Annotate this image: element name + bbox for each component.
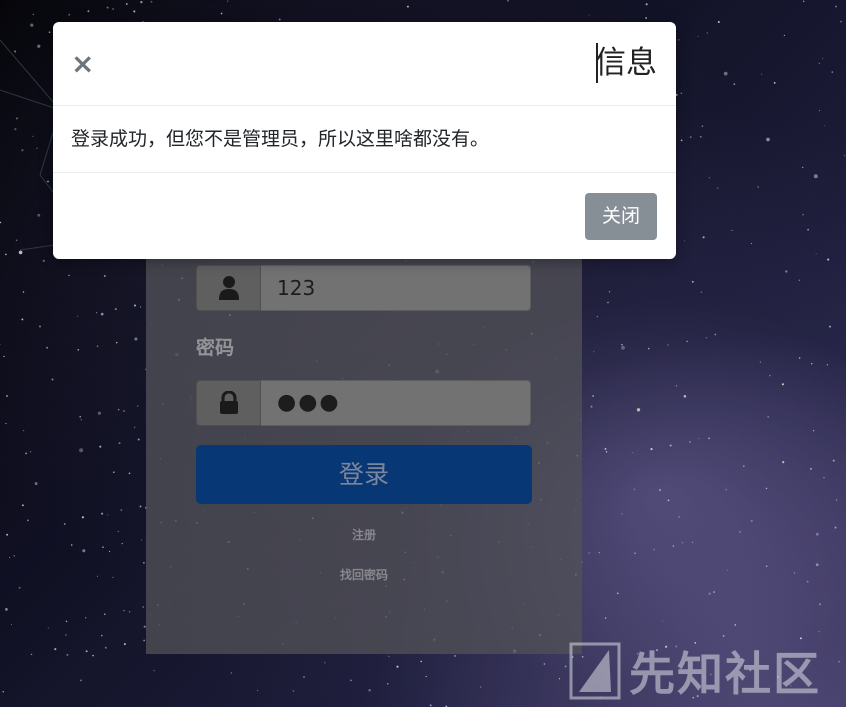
modal-footer: 关闭 — [53, 173, 676, 259]
info-modal: × 信息 登录成功，但您不是管理员，所以这里啥都没有。 关闭 — [53, 22, 676, 259]
watermark-text: 先知社区 — [629, 647, 821, 701]
close-button[interactable]: 关闭 — [585, 193, 657, 240]
login-page: 123 密码 ●●● 登录 注册 找回密码 × 信息 登录成功，但您不是管理员，… — [0, 0, 846, 707]
close-icon[interactable]: × — [71, 48, 94, 80]
watermark: 先知社区 — [569, 640, 839, 702]
modal-title: 信息 — [595, 45, 657, 81]
modal-header: × 信息 — [53, 22, 676, 106]
modal-message: 登录成功，但您不是管理员，所以这里啥都没有。 — [53, 106, 676, 173]
watermark-logo-icon — [569, 642, 621, 700]
